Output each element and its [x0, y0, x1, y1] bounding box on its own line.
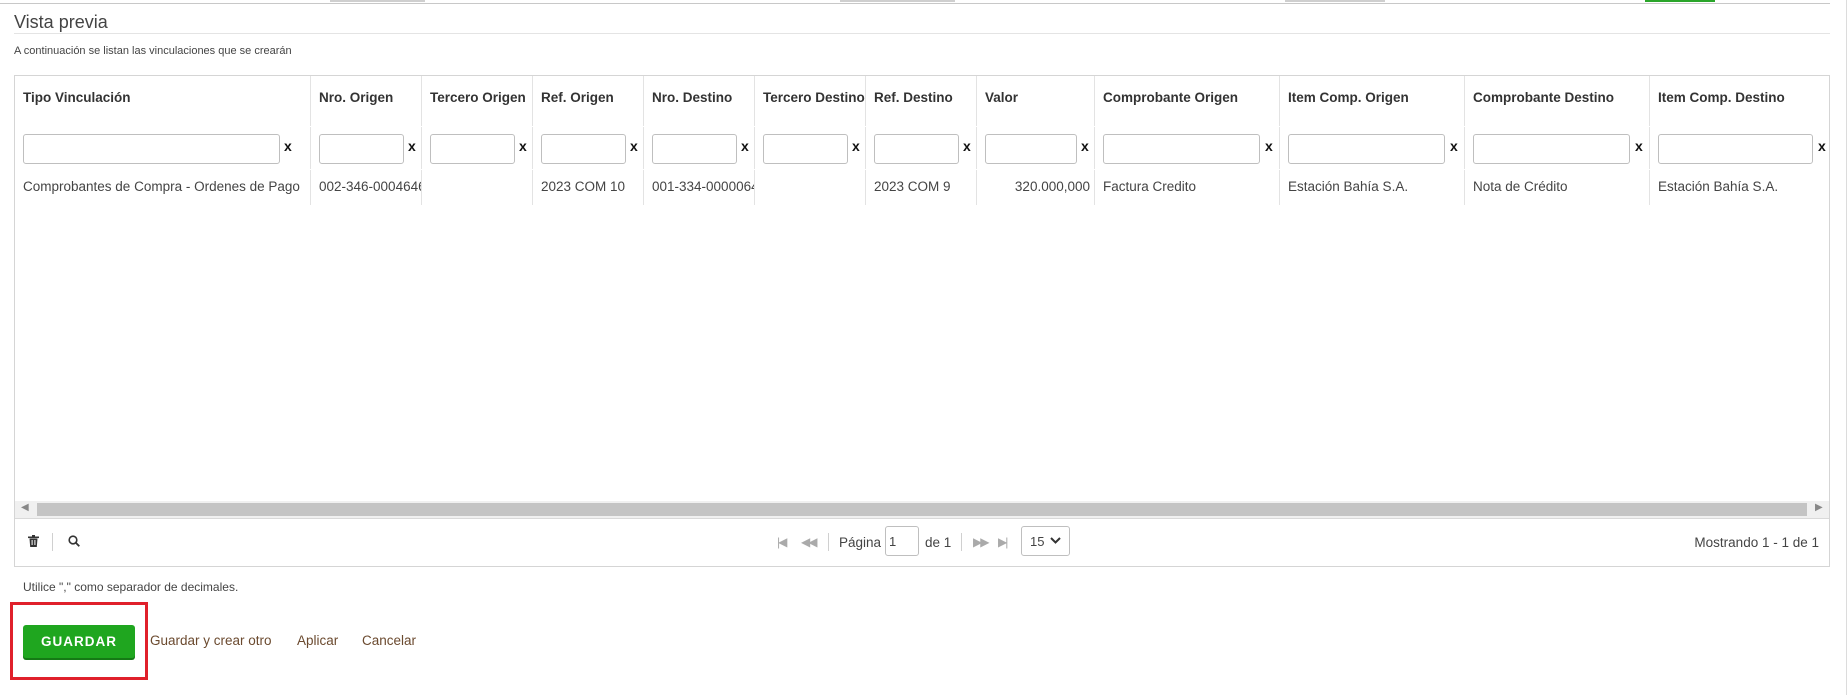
pager-divider [961, 533, 962, 551]
clear-filter-icon[interactable]: x [741, 138, 749, 154]
chevron-down-icon [1050, 532, 1061, 547]
preview-grid: Tipo Vinculación Nro. Origen Tercero Ori… [14, 75, 1830, 567]
records-summary: Mostrando 1 - 1 de 1 [1694, 535, 1819, 550]
filter-input[interactable] [1658, 134, 1813, 164]
save-button[interactable]: GUARDAR [23, 625, 135, 658]
last-page-icon[interactable]: ▶| [998, 535, 1008, 549]
section-title: Vista previa [14, 12, 108, 32]
filter-input[interactable] [874, 134, 959, 164]
filter-cell: x [311, 127, 422, 169]
table-cell: 2023 COM 9 [866, 170, 977, 205]
filter-cell: x [1280, 127, 1465, 169]
scroll-left-icon[interactable]: ◀ [21, 502, 29, 513]
column-header[interactable]: Comprobante Destino [1465, 76, 1650, 126]
column-header[interactable]: Nro. Destino [644, 76, 755, 126]
clear-filter-icon[interactable]: x [963, 138, 971, 154]
table-cell: Factura Credito [1095, 170, 1280, 205]
table-cell: 002-346-00046460 [311, 170, 422, 205]
filter-input[interactable] [23, 134, 280, 164]
search-icon[interactable] [68, 535, 80, 550]
filter-input[interactable] [319, 134, 404, 164]
column-header[interactable]: Item Comp. Destino [1650, 76, 1829, 126]
column-header[interactable]: Tercero Destino [755, 76, 866, 126]
filter-input[interactable] [1288, 134, 1445, 164]
clear-filter-icon[interactable]: x [630, 138, 638, 154]
top-stub [840, 0, 955, 2]
column-header[interactable]: Comprobante Origen [1095, 76, 1280, 126]
filter-cell: x [1095, 127, 1280, 169]
table-cell: 001-334-00000640 [644, 170, 755, 205]
clear-filter-icon[interactable]: x [284, 138, 292, 154]
page-size-value: 15 [1030, 534, 1045, 549]
trash-icon[interactable] [28, 535, 39, 550]
table-cell: 2023 COM 10 [533, 170, 644, 205]
clear-filter-icon[interactable]: x [1081, 138, 1089, 154]
filter-cell: x [533, 127, 644, 169]
pager-divider [52, 533, 53, 551]
table-cell: Comprobantes de Compra - Ordenes de Pago [15, 170, 311, 205]
column-header[interactable]: Item Comp. Origen [1280, 76, 1465, 126]
filter-cell: x [755, 127, 866, 169]
column-header[interactable]: Nro. Origen [311, 76, 422, 126]
apply-link[interactable]: Aplicar [297, 633, 338, 648]
filter-cell: x [422, 127, 533, 169]
save-and-new-link[interactable]: Guardar y crear otro [150, 633, 272, 648]
clear-filter-icon[interactable]: x [408, 138, 416, 154]
pager-bar: |◀ ◀◀ Página 1 de 1 ▶▶ ▶| 15 Mostrando 1… [15, 518, 1829, 566]
filter-cell: x [15, 127, 311, 169]
filter-input[interactable] [1473, 134, 1630, 164]
next-page-icon[interactable]: ▶▶ [973, 535, 990, 549]
filter-input[interactable] [763, 134, 848, 164]
filter-cell: x [1465, 127, 1650, 169]
top-stub-green [1645, 0, 1715, 2]
top-edge [0, 0, 1830, 4]
page-size-select[interactable]: 15 [1021, 526, 1070, 556]
scroll-right-icon[interactable]: ▶ [1815, 502, 1823, 513]
page-edge [1846, 0, 1847, 695]
section-subtitle: A continuación se listan las vinculacion… [14, 45, 292, 57]
filter-input[interactable] [1103, 134, 1260, 164]
filter-input[interactable] [430, 134, 515, 164]
table-cell [422, 170, 533, 205]
pager-divider [828, 533, 829, 551]
top-stub [1285, 0, 1385, 2]
page-of-label: de 1 [925, 535, 952, 550]
title-divider [14, 33, 1830, 34]
filter-cell: x [644, 127, 755, 169]
filter-cell: x [1650, 127, 1829, 169]
column-header[interactable]: Ref. Origen [533, 76, 644, 126]
clear-filter-icon[interactable]: x [519, 138, 527, 154]
table-cell [755, 170, 866, 205]
table-cell: 320.000,000 [977, 170, 1095, 205]
filter-input[interactable] [985, 134, 1077, 164]
column-header[interactable]: Tercero Origen [422, 76, 533, 126]
decimal-note: Utilice "," como separador de decimales. [23, 580, 239, 594]
filter-input[interactable] [541, 134, 626, 164]
column-header[interactable]: Valor [977, 76, 1095, 126]
first-page-icon[interactable]: |◀ [777, 535, 787, 549]
clear-filter-icon[interactable]: x [852, 138, 860, 154]
column-header[interactable]: Ref. Destino [866, 76, 977, 126]
table-cell: Estación Bahía S.A. [1650, 170, 1829, 205]
clear-filter-icon[interactable]: x [1635, 138, 1643, 154]
filter-input[interactable] [652, 134, 737, 164]
scrollbar-thumb[interactable] [37, 503, 1807, 516]
clear-filter-icon[interactable]: x [1265, 138, 1273, 154]
filter-cell: x [866, 127, 977, 169]
column-header[interactable]: Tipo Vinculación [15, 76, 311, 126]
clear-filter-icon[interactable]: x [1450, 138, 1458, 154]
top-stub [330, 0, 425, 2]
prev-page-icon[interactable]: ◀◀ [801, 535, 818, 549]
cancel-link[interactable]: Cancelar [362, 633, 416, 648]
page-label: Página [839, 535, 882, 550]
filter-cell: x [977, 127, 1095, 169]
page-number-input[interactable]: 1 [885, 526, 919, 556]
table-cell: Nota de Crédito [1465, 170, 1650, 205]
clear-filter-icon[interactable]: x [1818, 138, 1826, 154]
horizontal-scrollbar[interactable]: ◀ ▶ [15, 501, 1829, 518]
table-cell: Estación Bahía S.A. [1280, 170, 1465, 205]
